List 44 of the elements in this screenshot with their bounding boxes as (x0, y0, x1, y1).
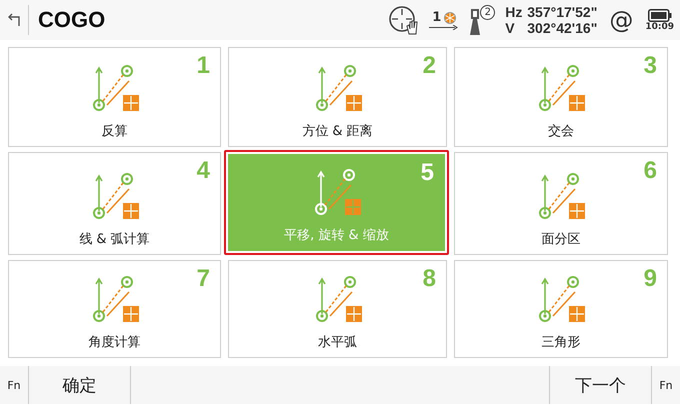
tile-number: 7 (196, 265, 210, 293)
tile-label: 水平弧 (318, 334, 357, 351)
tile-number: 3 (644, 52, 657, 80)
back-icon[interactable] (8, 12, 22, 28)
v-angle: 302°42'16" (527, 20, 598, 36)
tile-label: 线 & 弧计算 (79, 231, 150, 248)
tile-number: 2 (422, 52, 436, 80)
tile-number: 9 (644, 265, 657, 293)
tile-number: 4 (196, 157, 210, 185)
tile-label: 三角形 (542, 334, 580, 351)
prism-status[interactable]: 1 (429, 10, 460, 30)
arrow-icon (429, 25, 460, 30)
tile-label: 反算 (102, 123, 128, 140)
tile-label: 角度计算 (88, 334, 140, 351)
at-symbol[interactable]: @ (609, 6, 634, 34)
menu-tile[interactable]: 6 面分区 (454, 152, 668, 255)
tile-label: 方位 & 距离 (302, 123, 373, 140)
tile-label: 平移, 旋转 & 缩放 (284, 227, 389, 244)
menu-tile[interactable]: 7 角度计算 (8, 260, 221, 358)
screen-title: COGO (38, 7, 106, 33)
v-label: V (505, 20, 516, 36)
menu-tile[interactable]: 3 交会 (454, 47, 668, 147)
menu-tile[interactable]: 4 线 & 弧计算 (8, 152, 221, 255)
tile-label: 交会 (548, 123, 574, 140)
next-softkey[interactable]: 下一个 (549, 366, 652, 404)
hz-angle: 357°17'52" (527, 4, 598, 20)
fn-key[interactable]: Fn (652, 366, 680, 404)
tile-number: 8 (422, 265, 436, 293)
tile-number: 6 (644, 157, 657, 185)
clock-time: 10:09 (645, 22, 674, 32)
menu-tile[interactable]: 2 方位 & 距离 (228, 47, 447, 147)
menu-tile[interactable]: 9 三角形 (454, 260, 668, 358)
battery-icon (648, 8, 672, 22)
fn-key[interactable]: Fn (0, 366, 28, 404)
tile-number: 1 (196, 52, 210, 80)
prism-number: 1 (431, 10, 442, 25)
face-number: 2 (480, 5, 496, 20)
prism-icon (444, 12, 456, 24)
tile-number: 5 (420, 159, 434, 187)
ok-softkey[interactable]: 确定 (28, 366, 131, 404)
hz-label: Hz (505, 4, 524, 20)
menu-tile[interactable]: 1 反算 (8, 47, 221, 147)
tile-label: 面分区 (542, 231, 580, 248)
menu-tile[interactable]: 8 水平弧 (228, 260, 447, 358)
